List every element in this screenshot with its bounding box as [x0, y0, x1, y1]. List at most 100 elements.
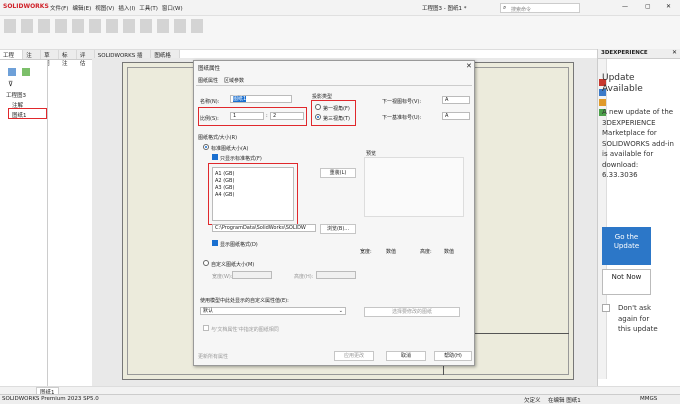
tool-icon[interactable] [55, 19, 67, 33]
tool-icon[interactable] [89, 19, 101, 33]
command-manager [0, 16, 680, 50]
tab-markup[interactable]: 标注 [59, 50, 77, 67]
tab-zone-parameters[interactable]: 区域参数 [224, 77, 244, 84]
tool-icon[interactable] [21, 19, 33, 33]
menu-window[interactable]: 窗口(W) [162, 4, 183, 12]
dialog-title: 图纸属性 [198, 66, 221, 72]
dim-width-value: 数值 [386, 249, 397, 255]
help-button[interactable]: 帮助(H) [434, 351, 472, 361]
same-as-label: 与'文档属性'中指定的图纸相同 [211, 327, 279, 333]
menu-view[interactable]: 视图(V) [95, 4, 114, 12]
search-box[interactable]: ⌕ 搜索命令 [500, 3, 580, 13]
update-all-button[interactable]: 更新所有属性 [198, 353, 228, 360]
tool-icon[interactable] [72, 19, 84, 33]
format-group-label: 图纸格式/大小(R) [198, 135, 238, 141]
go-update-button[interactable]: Go the Update [602, 227, 651, 265]
width-input[interactable] [232, 271, 272, 279]
tool-icon[interactable] [123, 19, 135, 33]
custom-prop-value: 默认 [203, 308, 214, 314]
tab-sheet-properties[interactable]: 图纸属性 [198, 77, 218, 84]
apply-button[interactable]: 应用更改 [334, 351, 374, 361]
dont-ask-checkbox[interactable] [602, 304, 610, 312]
menu-file[interactable]: 文件(F) [50, 4, 68, 12]
next-view-input[interactable]: A [442, 96, 470, 104]
custom-prop-label: 使用模型中此处显示的自定义属性值(E): [200, 298, 289, 304]
sheet-properties-dialog: 图纸属性 ✕ 图纸属性 区域参数 名称(N): 图纸1 比例(S): 1 : 2… [193, 60, 475, 366]
path-input[interactable]: C:\ProgramData\SolidWorks\SOLIDW [212, 224, 316, 232]
menu-insert[interactable]: 插入(I) [118, 4, 135, 12]
custom-size-radio[interactable] [203, 260, 209, 266]
browse-button[interactable]: 浏览(B)... [320, 224, 356, 234]
scale-sep: : [266, 113, 268, 119]
size-item-a2[interactable]: A2 (GB) [215, 178, 234, 184]
cancel-button[interactable]: 取消 [386, 351, 426, 361]
tree-tab-icon[interactable] [8, 68, 16, 76]
tab-drawing[interactable]: 工程图 [0, 50, 24, 67]
dim-width-label: 宽度: [360, 249, 372, 255]
size-list[interactable]: A1 (GB) A2 (GB) A3 (GB) A4 (GB) [212, 167, 294, 221]
tab-annotation[interactable]: 注解 [23, 50, 42, 67]
height-input[interactable] [316, 271, 356, 279]
custom-prop-select[interactable]: 默认 ⌄ [200, 307, 346, 315]
tree-item-sheet[interactable]: 图纸1 [12, 111, 27, 119]
filter-icon[interactable]: ⊽ [8, 80, 13, 88]
maximize-icon[interactable]: ▢ [645, 3, 651, 10]
size-item-a3[interactable]: A3 (GB) [215, 185, 234, 191]
scale-input-b[interactable]: 2 [270, 112, 304, 120]
tool-icon[interactable] [174, 19, 186, 33]
show-format-checkbox[interactable] [212, 240, 218, 246]
task-pane-title: 3DEXPERIENCE [601, 50, 648, 56]
tab-sketch[interactable]: 草图 [41, 50, 60, 67]
tree-root[interactable]: 工程图3 [6, 91, 26, 99]
select-sheets-button[interactable]: 选择要修改的图纸 [364, 307, 460, 317]
preview-label: 预览 [366, 151, 377, 157]
projection-third-label: 第三视角(T) [323, 116, 350, 122]
tool-icon[interactable] [106, 19, 118, 33]
menu-edit[interactable]: 编辑(E) [72, 4, 91, 12]
pane-close-icon[interactable]: ✕ [672, 49, 677, 56]
status-editing: 在编辑 图纸1 [548, 398, 581, 404]
window-title: 工程图3 - 图纸1 * [422, 6, 467, 12]
tool-icon[interactable] [4, 19, 16, 33]
explorer-icon[interactable] [599, 99, 606, 106]
name-label: 名称(N): [200, 99, 220, 105]
scale-input-a[interactable]: 1 [230, 112, 264, 120]
tool-icon[interactable] [191, 19, 203, 33]
standard-size-radio[interactable] [203, 144, 209, 150]
projection-third-radio[interactable] [315, 114, 321, 120]
status-definition: 欠定义 [524, 398, 541, 404]
feature-tree: ⊽ 工程图3 注解 图纸1 [0, 60, 48, 386]
ribbon-tools [4, 19, 203, 33]
tool-icon[interactable] [157, 19, 169, 33]
next-view-label: 下一视图标号(V): [382, 99, 422, 105]
same-as-checkbox[interactable] [203, 325, 209, 331]
dialog-close-icon[interactable]: ✕ [466, 62, 472, 70]
tool-icon[interactable] [38, 19, 50, 33]
search-input[interactable]: 搜索命令 [511, 6, 531, 13]
name-value: 图纸1 [233, 96, 247, 102]
projection-first-label: 第一视角(F) [323, 106, 350, 112]
minimize-icon[interactable]: — [622, 3, 628, 10]
update-message: A new update of the 3DEXPERIENCE Marketp… [602, 108, 674, 179]
projection-first-radio[interactable] [315, 104, 321, 110]
app-logo: SOLIDWORKS [3, 3, 49, 10]
not-now-button[interactable]: Not Now [602, 269, 651, 295]
chevron-down-icon: ⌄ [338, 308, 343, 314]
status-units[interactable]: MMGS [640, 396, 657, 402]
projection-label: 投影类型 [312, 94, 333, 100]
std-only-checkbox[interactable] [212, 154, 218, 160]
title-bar: SOLIDWORKS 文件(F) 编辑(E) 视图(V) 插入(I) 工具(T)… [0, 0, 680, 16]
next-datum-input[interactable]: A [442, 112, 470, 120]
close-icon[interactable]: ✕ [666, 3, 671, 10]
dim-height-label: 高度: [420, 249, 432, 255]
reload-button[interactable]: 重装(L) [320, 168, 356, 178]
dim-height-value: 数值 [444, 249, 455, 255]
size-item-a4[interactable]: A4 (GB) [215, 192, 234, 198]
status-version: SOLIDWORKS Premium 2023 SP5.0 [2, 396, 99, 402]
name-input[interactable]: 图纸1 [230, 95, 292, 103]
sheet-tab-bar: 图纸1 [0, 386, 680, 397]
menu-tools[interactable]: 工具(T) [139, 4, 158, 12]
size-item-a1[interactable]: A1 (GB) [215, 171, 234, 177]
property-tab-icon[interactable] [22, 68, 30, 76]
tool-icon[interactable] [140, 19, 152, 33]
